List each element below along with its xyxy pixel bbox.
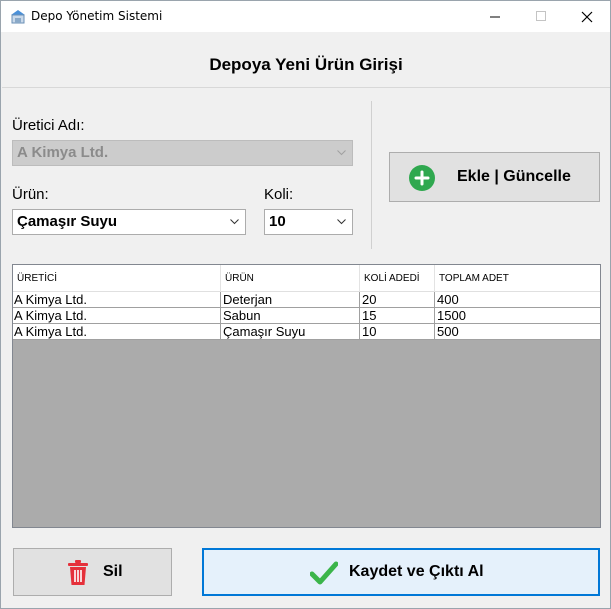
maximize-icon — [535, 11, 546, 21]
plus-circle-icon — [409, 165, 435, 191]
checkmark-icon — [310, 561, 338, 585]
cell-producer: A Kimya Ltd. — [13, 292, 221, 308]
cell-product: Çamaşır Suyu — [221, 324, 360, 340]
header-divider — [2, 87, 610, 88]
boxes-select[interactable]: 10 — [264, 209, 353, 235]
cell-total-count: 1500 — [437, 308, 466, 323]
delete-button[interactable]: Sil — [13, 548, 172, 596]
product-value: Çamaşır Suyu — [17, 213, 118, 230]
product-select[interactable]: Çamaşır Suyu — [12, 209, 246, 235]
cell-product: Sabun — [221, 308, 360, 324]
cell-box-count: 10 — [360, 324, 435, 340]
minimize-button[interactable] — [472, 1, 518, 32]
page-title: Depoya Yeni Ürün Girişi — [209, 55, 403, 74]
table-row[interactable]: A Kimya Ltd. Çamaşır Suyu 10 500 — [13, 324, 600, 340]
save-and-print-button[interactable]: Kaydet ve Çıktı Al — [202, 548, 600, 596]
window-title: Depo Yönetim Sistemi — [31, 9, 163, 23]
products-table[interactable]: ÜRETİCİ ÜRÜN KOLİ ADEDİ TOPLAM ADET A Ki… — [12, 264, 601, 528]
boxes-label: Koli: — [264, 186, 294, 203]
table-row[interactable]: A Kimya Ltd. Sabun 15 1500 — [13, 308, 600, 324]
column-header-producer[interactable]: ÜRETİCİ — [13, 265, 221, 292]
column-header-total-count[interactable]: TOPLAM ADET — [435, 265, 600, 292]
cell-box-count: 15 — [360, 308, 435, 324]
producer-select: A Kimya Ltd. — [12, 140, 353, 166]
add-update-label: Ekle | Güncelle — [457, 168, 571, 185]
delete-label: Sil — [103, 563, 123, 580]
app-window: Depo Yönetim Sistemi Depoya Yeni Ürün Gi… — [0, 0, 611, 609]
chevron-down-icon — [337, 150, 346, 156]
chevron-down-icon — [230, 219, 239, 225]
table-row[interactable]: A Kimya Ltd. Deterjan 20 400 — [13, 292, 600, 308]
cell-producer: A Kimya Ltd. — [13, 324, 221, 340]
column-header-product[interactable]: ÜRÜN — [221, 265, 360, 292]
cell-total-count: 500 — [437, 324, 459, 339]
title-bar[interactable]: Depo Yönetim Sistemi — [1, 1, 610, 32]
product-label: Ürün: — [12, 186, 49, 203]
cell-total-count: 400 — [437, 292, 459, 307]
cell-producer: A Kimya Ltd. — [13, 308, 221, 324]
producer-label: Üretici Adı: — [12, 117, 85, 134]
close-button[interactable] — [564, 1, 610, 32]
warehouse-icon — [11, 10, 25, 24]
producer-value: A Kimya Ltd. — [17, 144, 109, 161]
boxes-value: 10 — [269, 213, 286, 230]
add-update-button[interactable]: Ekle | Güncelle — [389, 152, 600, 202]
column-header-box-count[interactable]: KOLİ ADEDİ — [360, 265, 435, 292]
save-and-print-label: Kaydet ve Çıktı Al — [349, 563, 484, 580]
cell-product: Deterjan — [221, 292, 360, 308]
maximize-button[interactable] — [518, 1, 564, 32]
close-icon — [581, 11, 593, 22]
table-header: ÜRETİCİ ÜRÜN KOLİ ADEDİ TOPLAM ADET — [13, 265, 600, 292]
header-band: Depoya Yeni Ürün Girişi — [2, 32, 610, 88]
minimize-icon — [489, 16, 500, 18]
vertical-divider — [371, 101, 372, 249]
chevron-down-icon — [337, 219, 346, 225]
trash-icon — [68, 560, 88, 585]
cell-box-count: 20 — [360, 292, 435, 308]
